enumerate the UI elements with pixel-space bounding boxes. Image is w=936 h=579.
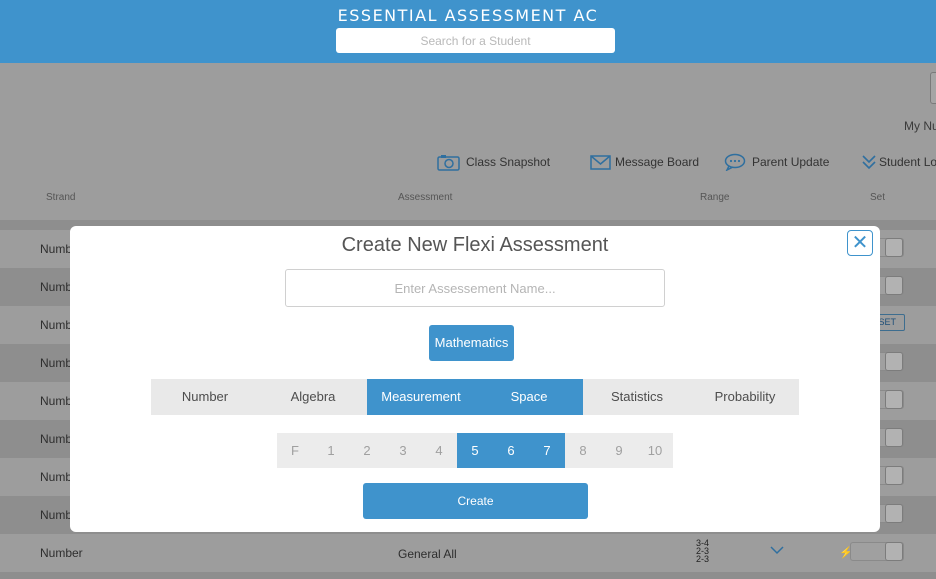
toggle-knob: [885, 276, 903, 295]
level-5[interactable]: 5: [457, 433, 493, 468]
toggle-knob: [885, 390, 903, 409]
year-level-selector: F 1 2 3 4 5 6 7 8 9 10: [277, 433, 673, 468]
toggle-knob: [885, 542, 903, 561]
create-button[interactable]: Create: [363, 483, 588, 519]
row-strand: Number: [40, 546, 83, 560]
chat-bubble-icon: [724, 153, 746, 171]
strand-space[interactable]: Space: [475, 379, 583, 415]
app-title: ESSENTIAL ASSESSMENT AC: [337, 6, 599, 25]
chevron-down-icon[interactable]: [770, 546, 784, 555]
class-selector[interactable]: [930, 72, 936, 104]
toggle-knob: [885, 238, 903, 257]
row-strand: Numb: [40, 356, 73, 370]
toggle-knob: [885, 466, 903, 485]
close-button[interactable]: ✕: [847, 230, 873, 256]
level-3[interactable]: 3: [385, 433, 421, 468]
double-chevron-down-icon: [862, 154, 876, 169]
range-value: 2-3: [696, 554, 710, 564]
row-strand: Numb: [40, 318, 73, 332]
row-range: 3-4 2-3 2-3: [696, 539, 710, 564]
message-board-label: Message Board: [615, 155, 700, 169]
parent-update-button[interactable]: Parent Update: [724, 152, 829, 172]
envelope-icon: [590, 154, 611, 170]
strand-measurement[interactable]: Measurement: [367, 379, 475, 415]
column-header-range: Range: [700, 192, 730, 203]
strand-probability[interactable]: Probability: [691, 379, 799, 415]
assessment-name-input[interactable]: [285, 269, 665, 307]
class-snapshot-label: Class Snapshot: [466, 155, 551, 169]
toggle-knob: [885, 504, 903, 523]
strand-number[interactable]: Number: [151, 379, 259, 415]
student-login-label: Student Lo: [879, 155, 936, 169]
row-strand: Numb: [40, 394, 73, 408]
parent-update-label: Parent Update: [752, 155, 830, 169]
level-9[interactable]: 9: [601, 433, 637, 468]
level-7[interactable]: 7: [529, 433, 565, 468]
toggle-knob: [885, 428, 903, 447]
app-header: ESSENTIAL ASSESSMENT AC: [0, 0, 936, 63]
row-strand: Numb: [40, 508, 73, 522]
message-board-button[interactable]: Message Board: [590, 152, 699, 172]
student-login-button[interactable]: Student Lo: [862, 152, 936, 172]
column-header-set: Set: [870, 192, 886, 203]
row-assessment: General All: [398, 547, 457, 561]
row-strand: Numb: [40, 242, 73, 256]
modal-title: Create New Flexi Assessment: [341, 234, 609, 256]
create-flexi-assessment-modal: Create New Flexi Assessment ✕ Mathematic…: [70, 226, 880, 532]
strand-statistics[interactable]: Statistics: [583, 379, 691, 415]
level-4[interactable]: 4: [421, 433, 457, 468]
level-6[interactable]: 6: [493, 433, 529, 468]
level-8[interactable]: 8: [565, 433, 601, 468]
level-f[interactable]: F: [277, 433, 313, 468]
row-strand: Numb: [40, 280, 73, 294]
table-row[interactable]: Number General All 3-4 2-3 2-3 ⚡: [0, 534, 936, 572]
column-header-assessment: Assessment: [398, 192, 453, 203]
strand-algebra[interactable]: Algebra: [259, 379, 367, 415]
subject-mathematics-button[interactable]: Mathematics: [429, 325, 514, 361]
camera-icon: [437, 154, 460, 171]
column-header-strand: Strand: [46, 192, 76, 203]
strand-selector: Number Algebra Measurement Space Statist…: [151, 379, 799, 415]
table-row-spacer: [0, 572, 936, 579]
row-strand: Numb: [40, 470, 73, 484]
level-1[interactable]: 1: [313, 433, 349, 468]
my-numbers-label: My Nu: [904, 119, 936, 133]
level-2[interactable]: 2: [349, 433, 385, 468]
student-search-input[interactable]: [336, 28, 615, 53]
row-strand: Numb: [40, 432, 73, 446]
class-snapshot-button[interactable]: Class Snapshot: [437, 152, 550, 172]
toggle-knob: [885, 352, 903, 371]
level-10[interactable]: 10: [637, 433, 673, 468]
set-toggle[interactable]: [850, 542, 904, 561]
